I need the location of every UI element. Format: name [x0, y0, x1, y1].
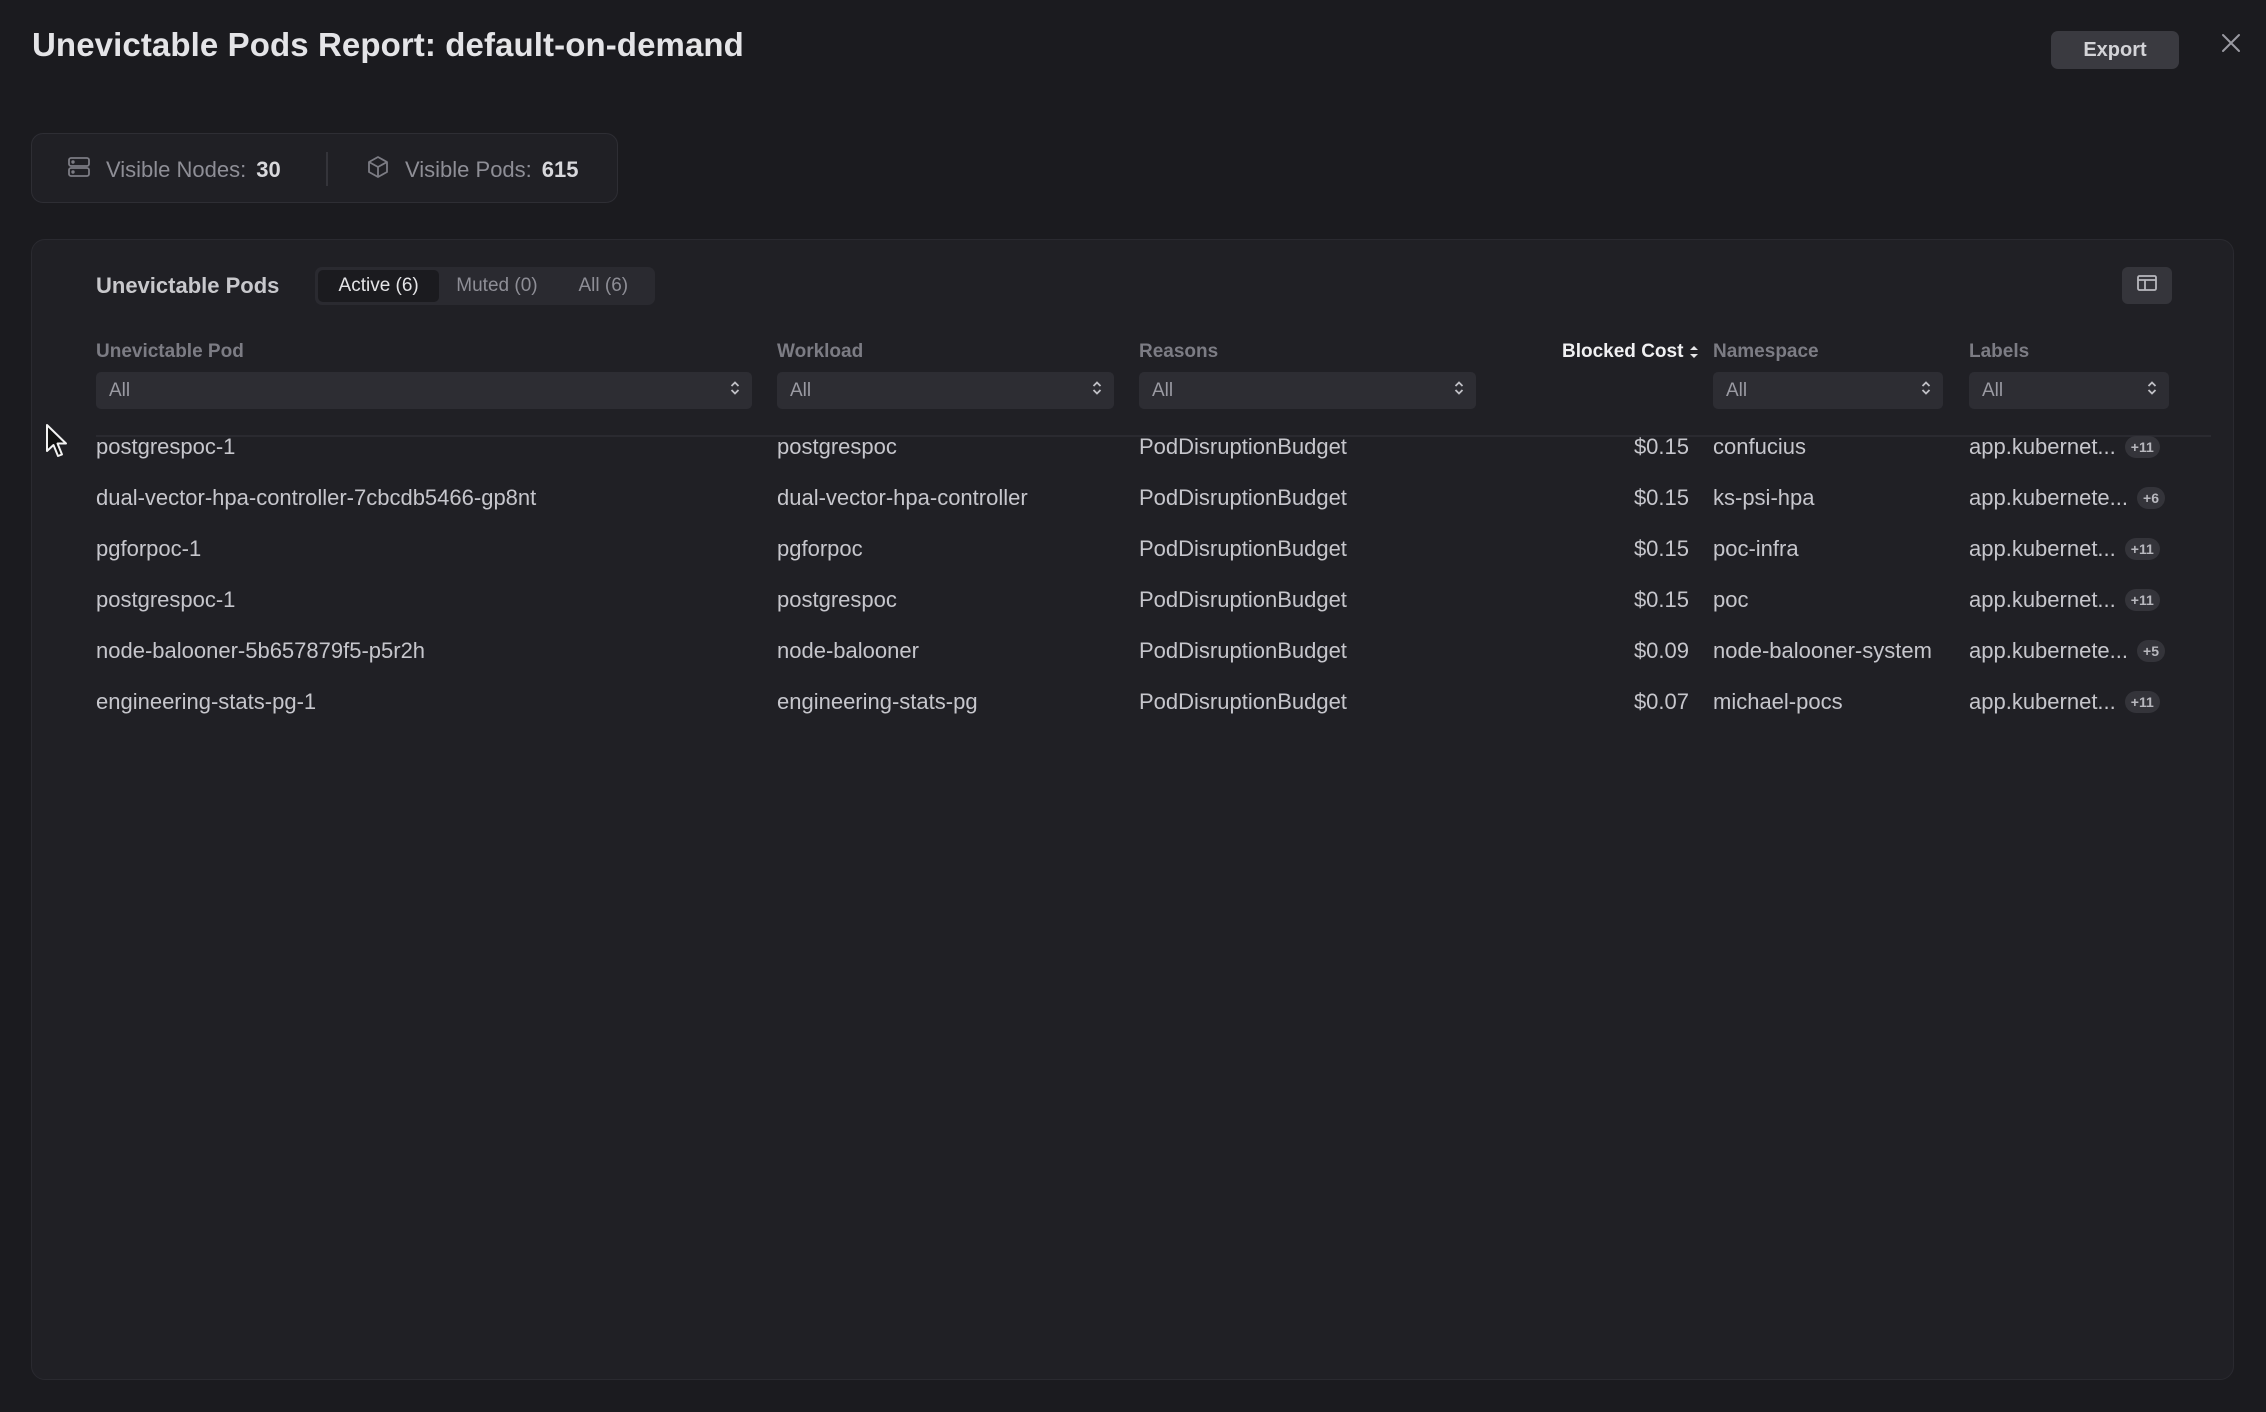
visible-pods-value: 615 — [541, 157, 579, 182]
label-count-badge[interactable]: +6 — [2137, 487, 2165, 509]
workload-cell: postgrespoc — [777, 587, 897, 612]
label-text: app.kubernet... — [1969, 689, 2116, 714]
visible-nodes-value: 30 — [256, 157, 281, 182]
reason-cell: PodDisruptionBudget — [1139, 689, 1347, 714]
blocked-cost-cell: $0.15 — [1633, 485, 1689, 510]
labels-filter-select[interactable]: All — [1969, 372, 2169, 409]
workload-cell: postgrespoc — [777, 434, 897, 459]
labels-cell[interactable]: app.kubernete... +6 — [1969, 485, 2165, 511]
reason-cell: PodDisruptionBudget — [1139, 587, 1347, 612]
workload-filter-select[interactable]: All — [777, 372, 1114, 409]
mouse-cursor-icon — [45, 423, 71, 464]
select-arrows-icon — [1454, 379, 1464, 403]
select-arrows-icon — [1921, 379, 1931, 403]
col-header-pod[interactable]: Unevictable Pod — [96, 341, 244, 363]
namespace-cell: node-balooner-system — [1713, 638, 1932, 663]
labels-filter-value: All — [1982, 379, 2004, 401]
labels-cell[interactable]: app.kubernet... +11 — [1969, 536, 2160, 562]
col-header-reasons[interactable]: Reasons — [1139, 341, 1218, 363]
server-icon — [66, 154, 92, 186]
columns-icon — [2136, 273, 2158, 298]
label-count-badge[interactable]: +11 — [2124, 589, 2160, 611]
close-icon[interactable] — [2217, 29, 2245, 57]
visible-pods-stat: Visible Pods: 615 — [365, 154, 579, 186]
pod-name-cell[interactable]: postgrespoc-1 — [96, 587, 235, 613]
pod-name-cell[interactable]: engineering-stats-pg-1 — [96, 689, 316, 715]
workload-filter-value: All — [790, 379, 812, 401]
workload-cell: engineering-stats-pg — [777, 689, 978, 714]
label-count-badge[interactable]: +5 — [2137, 640, 2165, 662]
col-header-blocked-cost[interactable]: Blocked Cost — [1562, 341, 1699, 363]
stats-summary: Visible Nodes: 30 Visible Pods: 615 — [31, 133, 618, 203]
col-header-labels[interactable]: Labels — [1969, 341, 2029, 363]
stats-divider — [326, 152, 328, 186]
pod-filter-value: All — [109, 379, 131, 401]
column-settings-button[interactable] — [2122, 267, 2172, 304]
col-header-workload[interactable]: Workload — [777, 341, 863, 363]
unevictable-pods-panel: Unevictable Pods Active (6) Muted (0) Al… — [31, 239, 2234, 1380]
namespace-filter-select[interactable]: All — [1713, 372, 1943, 409]
label-count-badge[interactable]: +11 — [2124, 436, 2160, 458]
label-text: app.kubernet... — [1969, 434, 2116, 459]
export-button[interactable]: Export — [2051, 31, 2179, 69]
page-title: Unevictable Pods Report: default-on-dema… — [32, 26, 744, 63]
visible-nodes-stat: Visible Nodes: 30 — [66, 154, 281, 186]
namespace-cell: ks-psi-hpa — [1713, 485, 1815, 510]
panel-title: Unevictable Pods — [96, 273, 280, 298]
namespace-cell: poc-infra — [1713, 536, 1799, 561]
namespace-cell: confucius — [1713, 434, 1806, 459]
reason-cell: PodDisruptionBudget — [1139, 485, 1347, 510]
select-arrows-icon — [730, 379, 740, 403]
select-arrows-icon — [2147, 379, 2157, 403]
namespace-filter-value: All — [1726, 379, 1748, 401]
reasons-filter-value: All — [1152, 379, 1174, 401]
label-text: app.kubernete... — [1969, 638, 2129, 663]
label-count-badge[interactable]: +11 — [2124, 691, 2160, 713]
cube-icon — [365, 154, 391, 186]
label-count-badge[interactable]: +11 — [2124, 538, 2160, 560]
reason-cell: PodDisruptionBudget — [1139, 434, 1347, 459]
reason-cell: PodDisruptionBudget — [1139, 536, 1347, 561]
blocked-cost-cell: $0.09 — [1633, 638, 1689, 663]
label-text: app.kubernet... — [1969, 587, 2116, 612]
select-arrows-icon — [1092, 379, 1102, 403]
workload-cell: pgforpoc — [777, 536, 863, 561]
labels-cell[interactable]: app.kubernet... +11 — [1969, 587, 2160, 613]
namespace-cell: poc — [1713, 587, 1749, 612]
visible-nodes-label: Visible Nodes: — [106, 157, 247, 182]
tab-muted[interactable]: Muted (0) — [439, 270, 554, 302]
col-header-blocked-cost-label: Blocked Cost — [1562, 341, 1684, 362]
status-tabs: Active (6) Muted (0) All (6) — [315, 267, 655, 305]
workload-cell: dual-vector-hpa-controller — [777, 485, 1028, 510]
pod-name-cell[interactable]: postgrespoc-1 — [96, 434, 235, 460]
reasons-filter-select[interactable]: All — [1139, 372, 1476, 409]
blocked-cost-cell: $0.15 — [1633, 434, 1689, 459]
pod-name-cell[interactable]: node-balooner-5b657879f5-p5r2h — [96, 638, 425, 664]
label-text: app.kubernet... — [1969, 536, 2116, 561]
tab-active[interactable]: Active (6) — [318, 270, 440, 302]
sort-icon — [1689, 344, 1699, 360]
report-modal: Unevictable Pods Report: default-on-dema… — [0, 0, 2266, 1412]
col-header-namespace[interactable]: Namespace — [1713, 341, 1819, 363]
pod-name-cell[interactable]: dual-vector-hpa-controller-7cbcdb5466-gp… — [96, 485, 536, 511]
labels-cell[interactable]: app.kubernete... +5 — [1969, 638, 2165, 664]
reason-cell: PodDisruptionBudget — [1139, 638, 1347, 663]
labels-cell[interactable]: app.kubernet... +11 — [1969, 689, 2160, 715]
pod-name-cell[interactable]: pgforpoc-1 — [96, 536, 201, 562]
blocked-cost-cell: $0.15 — [1633, 587, 1689, 612]
namespace-cell: michael-pocs — [1713, 689, 1843, 714]
blocked-cost-cell: $0.15 — [1633, 536, 1689, 561]
label-text: app.kubernete... — [1969, 485, 2129, 510]
labels-cell[interactable]: app.kubernet... +11 — [1969, 434, 2160, 460]
pod-filter-select[interactable]: All — [96, 372, 752, 409]
workload-cell: node-balooner — [777, 638, 919, 663]
visible-pods-label: Visible Pods: — [405, 157, 532, 182]
blocked-cost-cell: $0.07 — [1633, 689, 1689, 714]
tab-all[interactable]: All (6) — [555, 270, 652, 302]
